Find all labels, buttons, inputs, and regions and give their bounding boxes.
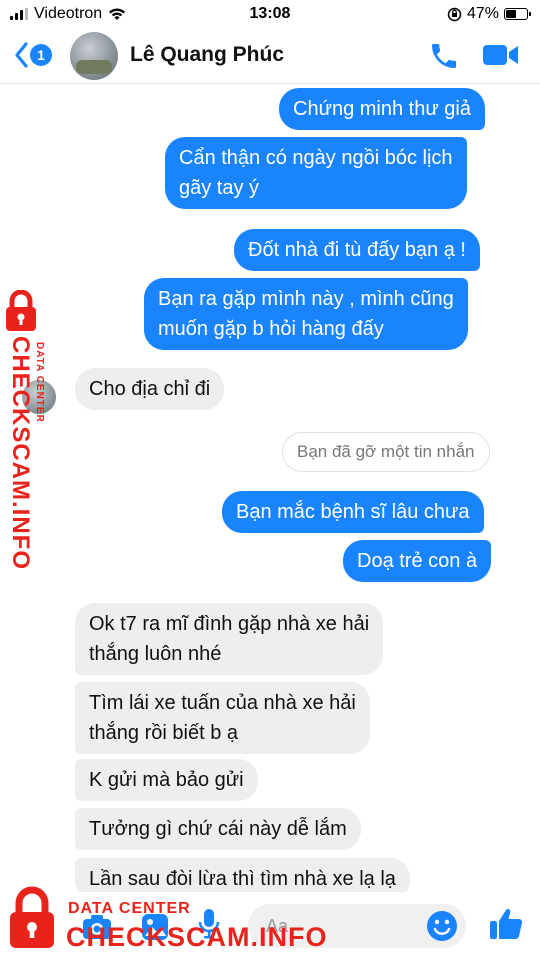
message-outgoing[interactable]: Bạn mắc bệnh sĩ lâu chưa	[222, 491, 484, 533]
watermark-side: CHECKSCAM.INFO DATA CENTER	[4, 290, 56, 570]
orientation-lock-icon	[447, 7, 462, 21]
message-text: Bạn ra gặp mình này , mình cũng	[158, 288, 454, 310]
message-incoming[interactable]: Tìm lái xe tuấn của nhà xe hải thắng rồi…	[75, 682, 370, 754]
back-chevron-icon	[15, 42, 28, 68]
message-incoming[interactable]: Tưởng gì chứ cái này dễ lắm	[75, 808, 361, 850]
unread-count-badge: 1	[30, 44, 52, 66]
battery-percent: 47%	[466, 5, 499, 22]
watermark-brand: CHECKSCAM.INFO	[7, 336, 34, 570]
message-outgoing[interactable]: Bạn ra gặp mình này , mình cũng muốn gặp…	[144, 278, 468, 350]
unsent-message-notice: Bạn đã gỡ một tin nhắn	[282, 432, 490, 472]
watermark-brand: CHECKSCAM.INFO	[66, 922, 328, 952]
message-text: Chứng minh thư giả	[293, 98, 471, 120]
message-text: Tưởng gì chứ cái này dễ lắm	[89, 818, 347, 840]
contact-name[interactable]: Lê Quang Phúc	[130, 43, 284, 67]
message-text: Tìm lái xe tuấn của nhà xe hải	[89, 692, 356, 714]
message-text: Bạn mắc bệnh sĩ lâu chưa	[236, 501, 470, 523]
video-camera-icon[interactable]	[482, 42, 520, 68]
watermark-subtitle: DATA CENTER	[34, 342, 45, 423]
message-outgoing[interactable]: Cẩn thận có ngày ngồi bóc lịch gãy tay ý	[165, 137, 467, 209]
message-text: gãy tay ý	[179, 177, 260, 199]
message-incoming[interactable]: K gửi mà bảo gửi	[75, 759, 258, 801]
message-outgoing[interactable]: Chứng minh thư giả	[279, 88, 485, 130]
message-text: muốn gặp b hỏi hàng đấy	[158, 318, 384, 340]
message-text: thắng luôn nhé	[89, 643, 222, 665]
message-outgoing[interactable]: Đốt nhà đi tù đấy bạn ạ !	[234, 229, 480, 271]
message-text: Cẩn thận có ngày ngồi bóc lịch	[179, 147, 453, 169]
back-button[interactable]: 1	[14, 42, 52, 68]
message-text: Đốt nhà đi tù đấy bạn ạ !	[248, 239, 466, 261]
status-right: 47%	[447, 5, 531, 23]
message-text: Lần sau đòi lừa thì tìm nhà xe lạ lạ	[89, 868, 396, 890]
message-text: Ok t7 ra mĩ đình gặp nhà xe hải	[89, 613, 370, 635]
message-incoming[interactable]: Ok t7 ra mĩ đình gặp nhà xe hải thắng lu…	[75, 603, 384, 675]
lock-icon	[6, 290, 36, 331]
message-text: thắng rồi biết b ạ	[89, 722, 238, 744]
emoji-icon[interactable]	[426, 910, 458, 942]
conversation-header: 1 Lê Quang Phúc	[0, 28, 540, 84]
watermark-subtitle: DATA CENTER	[68, 900, 191, 917]
battery-icon	[504, 8, 531, 20]
message-text: Cho địa chỉ đi	[89, 378, 211, 400]
thumbs-up-icon[interactable]	[488, 906, 524, 942]
phone-icon[interactable]	[428, 40, 460, 72]
lock-icon	[10, 886, 54, 948]
status-bar: Videotron 13:08 47%	[0, 0, 540, 28]
message-text: Doạ trẻ con à	[357, 550, 478, 572]
contact-avatar[interactable]	[70, 32, 118, 80]
message-incoming[interactable]: Cho địa chỉ đi	[75, 368, 225, 410]
message-outgoing[interactable]: Doạ trẻ con à	[343, 540, 492, 582]
message-text: K gửi mà bảo gửi	[89, 769, 244, 791]
